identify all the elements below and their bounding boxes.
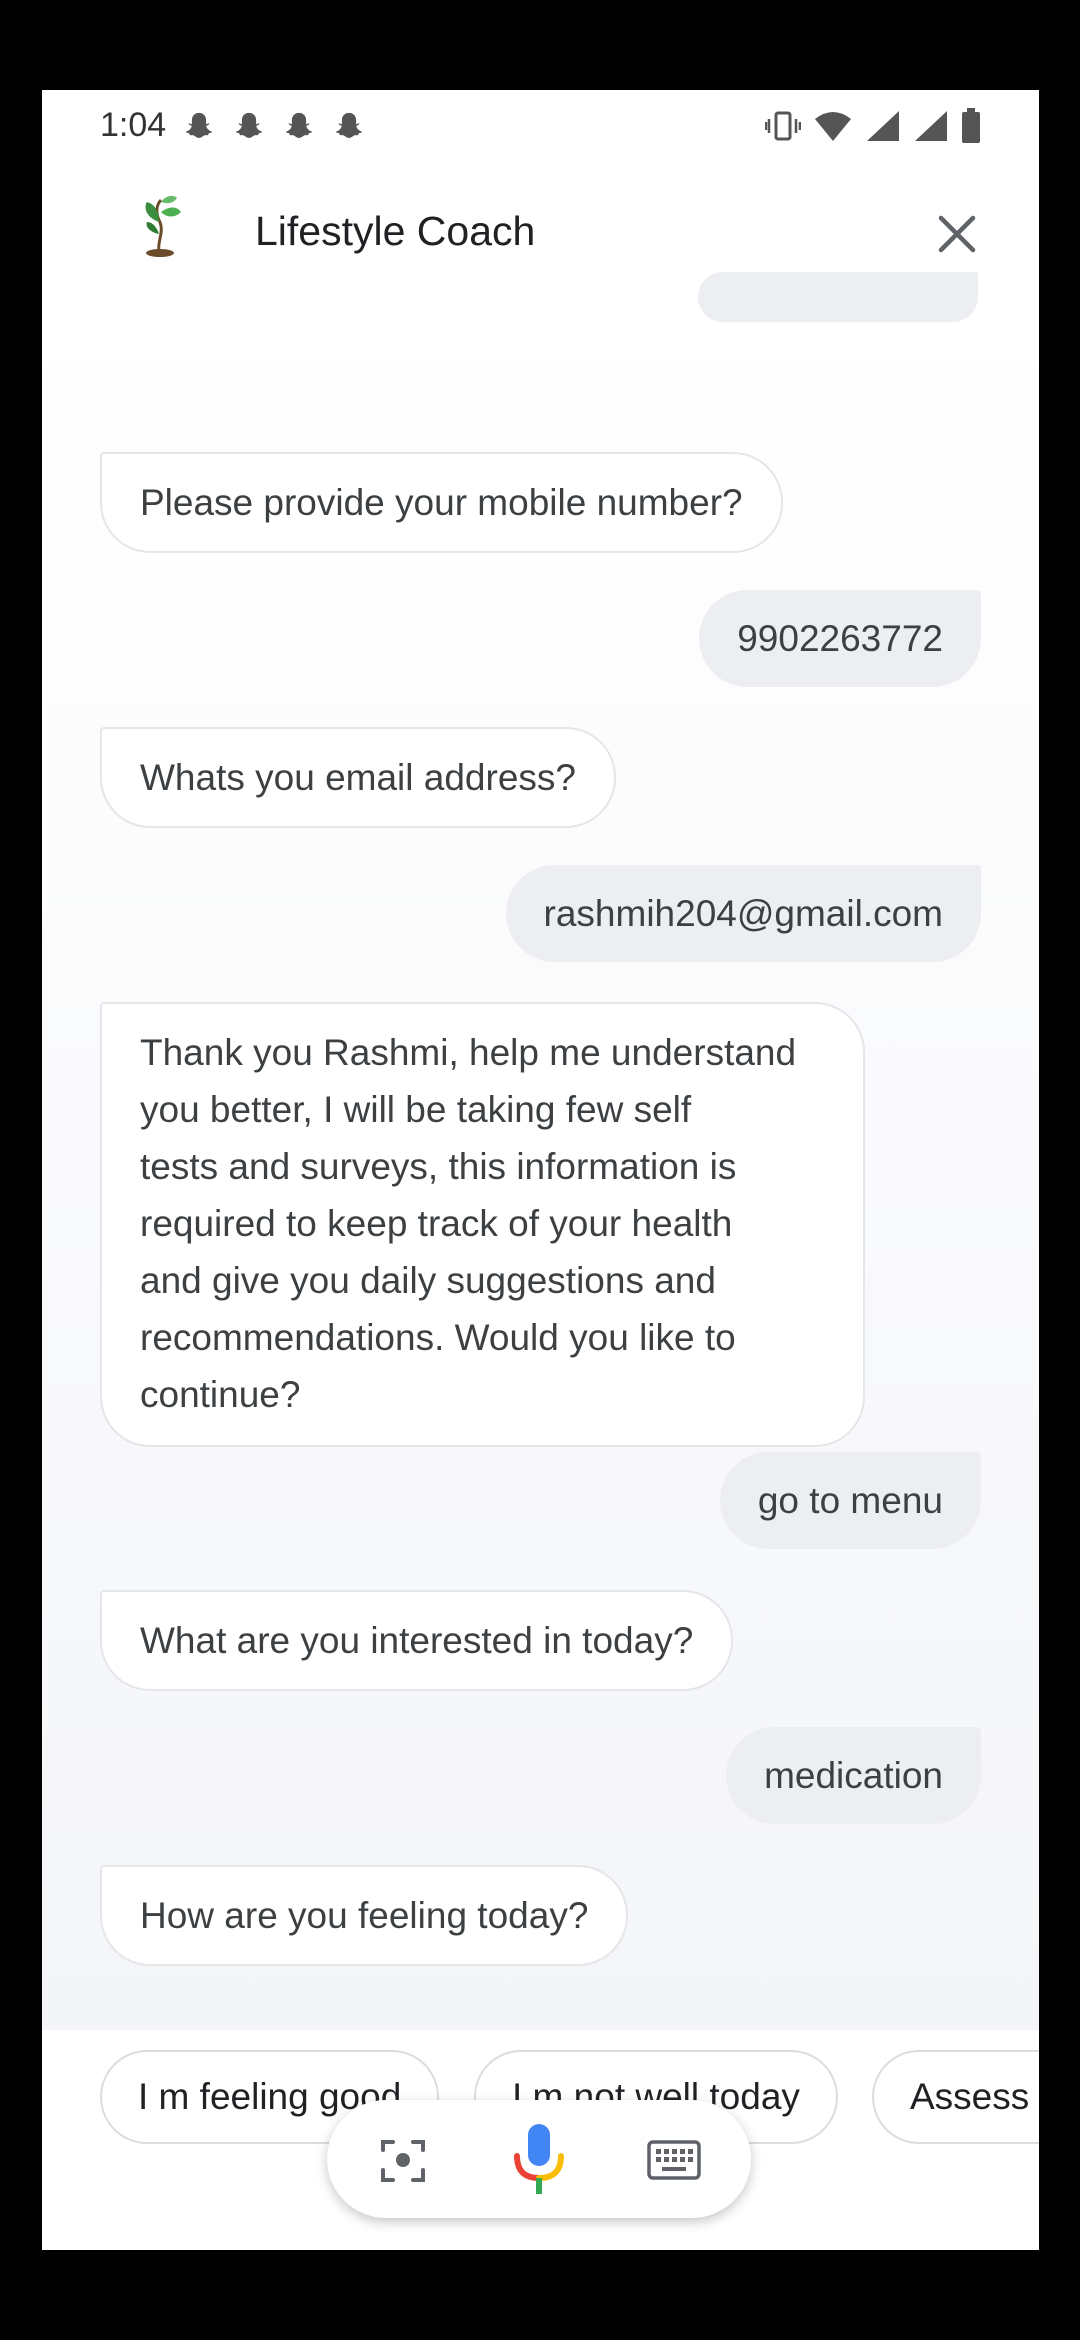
- input-bar: [327, 2100, 751, 2218]
- chat-bubble-bot: What are you interested in today?: [100, 1590, 734, 1691]
- battery-icon: [962, 108, 980, 143]
- wifi-icon: [815, 112, 851, 141]
- conversation[interactable]: Please provide your mobile number? 99022…: [42, 272, 1039, 2032]
- signal-icon: [915, 111, 947, 141]
- message-text: medication: [764, 1755, 943, 1796]
- status-bar: 1:04: [42, 90, 1039, 162]
- assistant-screen: 1:04 Lifestyle Coach Please provide your…: [42, 90, 1039, 2250]
- message-line: and give you daily suggestions and: [140, 1260, 716, 1301]
- message-line: tests and surveys, this information is: [140, 1146, 737, 1187]
- message-line: required to keep track of your health: [140, 1203, 733, 1244]
- message-text: rashmih204@gmail.com: [543, 893, 943, 934]
- mic-icon[interactable]: [509, 2122, 569, 2198]
- message-text: 9902263772: [737, 618, 943, 659]
- chat-bubble-user: 9902263772: [699, 590, 981, 687]
- message-text: go to menu: [757, 1480, 943, 1521]
- message-text: What are you interested in today?: [140, 1620, 694, 1661]
- chat-bubble-bot: Please provide your mobile number?: [100, 452, 783, 553]
- message-line: continue?: [140, 1374, 301, 1415]
- message-text: How are you feeling today?: [140, 1895, 589, 1936]
- message-text: Please provide your mobile number?: [140, 482, 743, 523]
- close-icon[interactable]: [931, 208, 983, 260]
- status-time: 1:04: [100, 106, 167, 144]
- chat-bubble-bot: Whats you email address?: [100, 727, 616, 828]
- snapchat-icon: [235, 112, 263, 138]
- system-icons: [765, 108, 981, 144]
- suggestion-chip[interactable]: Assess: [872, 2050, 1039, 2144]
- chat-bubble-bot: How are you feeling today?: [100, 1865, 629, 1966]
- message-text: Whats you email address?: [140, 757, 576, 798]
- plant-logo-icon: [145, 195, 181, 257]
- snapchat-icon: [185, 112, 213, 138]
- signal-icon: [867, 111, 899, 141]
- lens-icon[interactable]: [377, 2134, 429, 2186]
- chat-bubble-user: medication: [726, 1727, 981, 1824]
- notification-icons: [182, 110, 366, 144]
- message-line: you better, I will be taking few self: [140, 1089, 692, 1130]
- snapchat-icon: [335, 112, 363, 138]
- message-line: recommendations. Would you like to: [140, 1317, 736, 1358]
- message-line: Thank you Rashmi, help me understand: [140, 1032, 797, 1073]
- vibrate-icon: [765, 111, 801, 141]
- chat-bubble-user: rashmih204@gmail.com: [505, 865, 981, 962]
- keyboard-icon[interactable]: [647, 2140, 701, 2180]
- chat-bubble-user: go to menu: [719, 1452, 981, 1549]
- chat-bubble-bot: Thank you Rashmi, help me understand you…: [100, 1002, 865, 1447]
- snapchat-icon: [285, 112, 313, 138]
- page-title: Lifestyle Coach: [255, 208, 536, 254]
- chat-bubble-user-partial: [698, 272, 978, 322]
